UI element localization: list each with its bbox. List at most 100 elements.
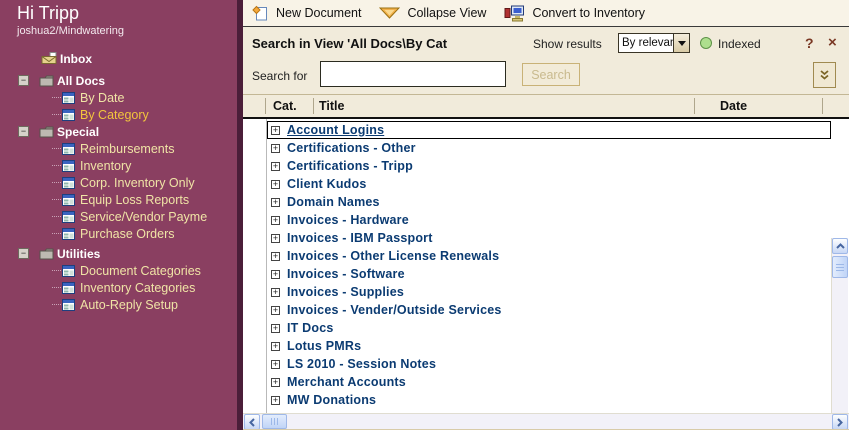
category-row[interactable]: + Certifications - Other [267,139,831,157]
expand-icon[interactable]: + [271,378,280,387]
sidebar-item-corp-inventory-only[interactable]: Corp. Inventory Only [0,174,237,191]
double-chevron-down-icon [819,69,830,81]
expand-icon[interactable]: + [271,234,280,243]
collapse-view-button[interactable]: Collapse View [379,6,486,20]
sidebar-item-equip-loss-reports[interactable]: Equip Loss Reports [0,191,237,208]
column-divider [265,98,266,114]
column-header-cat[interactable]: Cat. [273,99,297,113]
expand-icon[interactable]: + [271,396,280,405]
expand-icon[interactable]: + [271,180,280,189]
category-row[interactable]: + Client Kudos [267,175,831,193]
sidebar-item-inbox[interactable]: Inbox [0,50,237,67]
category-row[interactable]: + Merchant Accounts [267,373,831,391]
expand-icon[interactable]: + [271,252,280,261]
close-search-button[interactable]: × [828,34,837,51]
collapse-icon[interactable]: − [18,75,29,86]
expand-icon[interactable]: + [271,324,280,333]
sidebar-item-document-categories[interactable]: Document Categories [0,262,237,279]
vertical-scrollbar[interactable] [831,238,848,430]
category-row[interactable]: + Invoices - IBM Passport [267,229,831,247]
sidebar-item-label: Special [57,125,99,139]
sort-results-dropdown[interactable]: By relevance [618,33,690,53]
folder-icon [39,126,55,138]
collapse-icon[interactable]: − [18,248,29,259]
expand-icon[interactable]: + [271,216,280,225]
sidebar-item-auto-reply-setup[interactable]: Auto-Reply Setup [0,296,237,313]
category-row[interactable]: + Account Logins [267,121,831,139]
sidebar-item-special[interactable]: − Special [0,123,237,140]
chevron-up-icon [836,243,845,249]
sidebar-item-by-date[interactable]: By Date [0,89,237,106]
category-row[interactable]: + Domain Names [267,193,831,211]
sidebar-item-label: Inventory [80,159,131,173]
horizontal-scroll-thumb[interactable] [262,414,287,429]
category-row[interactable]: + Invoices - Software [267,265,831,283]
dropdown-button[interactable] [673,34,689,52]
scroll-up-button[interactable] [832,238,848,254]
column-header-date[interactable]: Date [720,99,747,113]
sidebar-item-label: By Date [80,91,124,105]
sidebar-item-label: Corp. Inventory Only [80,176,195,190]
sidebar-item-label: Document Categories [80,264,201,278]
sidebar-item-label: By Category [80,108,149,122]
category-list: + Account Logins + Certifications - Othe… [267,121,831,409]
expand-icon[interactable]: + [271,162,280,171]
convert-to-inventory-button[interactable]: Convert to Inventory [504,5,645,22]
category-row[interactable]: + Certifications - Tripp [267,157,831,175]
horizontal-scrollbar[interactable] [243,413,849,429]
expand-icon[interactable]: + [271,270,280,279]
expand-icon[interactable]: + [271,198,280,207]
category-row[interactable]: + MW Donations [267,391,831,409]
chevron-down-icon [678,41,686,46]
sidebar-item-inventory-categories[interactable]: Inventory Categories [0,279,237,296]
scroll-right-button[interactable] [832,414,848,430]
new-document-button[interactable]: New Document [252,5,361,22]
sidebar-item-reimbursements[interactable]: Reimbursements [0,140,237,157]
app-window: Hi Tripp joshua2/Mindwatering Inbox − Al… [0,0,849,430]
sidebar-item-label: Inventory Categories [80,281,195,295]
expand-icon[interactable]: + [271,126,280,135]
expand-search-options-button[interactable] [813,62,836,88]
column-divider [313,98,314,114]
category-row[interactable]: + Lotus PMRs [267,337,831,355]
convert-to-inventory-icon [504,5,525,22]
category-title: IT Docs [287,321,334,335]
chevron-left-icon [249,418,255,427]
expand-icon[interactable]: + [271,144,280,153]
category-title: Domain Names [287,195,380,209]
indexed-status-label: Indexed [718,37,761,51]
search-button[interactable]: Search [522,63,580,86]
search-input[interactable] [320,61,506,87]
collapse-icon[interactable]: − [18,126,29,137]
view-icon [62,143,75,155]
sidebar-item-label: Inbox [60,52,92,66]
scroll-left-button[interactable] [244,414,260,430]
sidebar-item-utilities[interactable]: − Utilities [0,245,237,262]
category-row[interactable]: + IT Docs [267,319,831,337]
sidebar-item-label: Service/Vendor Payme [80,210,207,224]
sidebar-item-service-vendor-payments[interactable]: Service/Vendor Payme [0,208,237,225]
sidebar-item-by-category[interactable]: By Category [0,106,237,123]
sidebar-item-purchase-orders[interactable]: Purchase Orders [0,225,237,242]
action-toolbar: New Document Collapse View Convert to In… [243,0,849,27]
expand-icon[interactable]: + [271,360,280,369]
column-header-title[interactable]: Title [319,99,344,113]
sidebar-item-all-docs[interactable]: − All Docs [0,72,237,89]
inbox-icon [41,52,58,65]
sidebar-item-inventory[interactable]: Inventory [0,157,237,174]
category-row[interactable]: + Invoices - Hardware [267,211,831,229]
toolbar-button-label: New Document [276,6,361,20]
expand-icon[interactable]: + [271,306,280,315]
category-title: Lotus PMRs [287,339,361,353]
category-row[interactable]: + Invoices - Other License Renewals [267,247,831,265]
category-row[interactable]: + Invoices - Vender/Outside Services [267,301,831,319]
folder-icon [39,248,55,260]
help-button[interactable]: ? [805,35,814,51]
expand-icon[interactable]: + [271,288,280,297]
vertical-scroll-thumb[interactable] [832,256,848,278]
view-icon [62,228,75,240]
category-row[interactable]: + LS 2010 - Session Notes [267,355,831,373]
category-title: Client Kudos [287,177,366,191]
category-row[interactable]: + Invoices - Supplies [267,283,831,301]
expand-icon[interactable]: + [271,342,280,351]
